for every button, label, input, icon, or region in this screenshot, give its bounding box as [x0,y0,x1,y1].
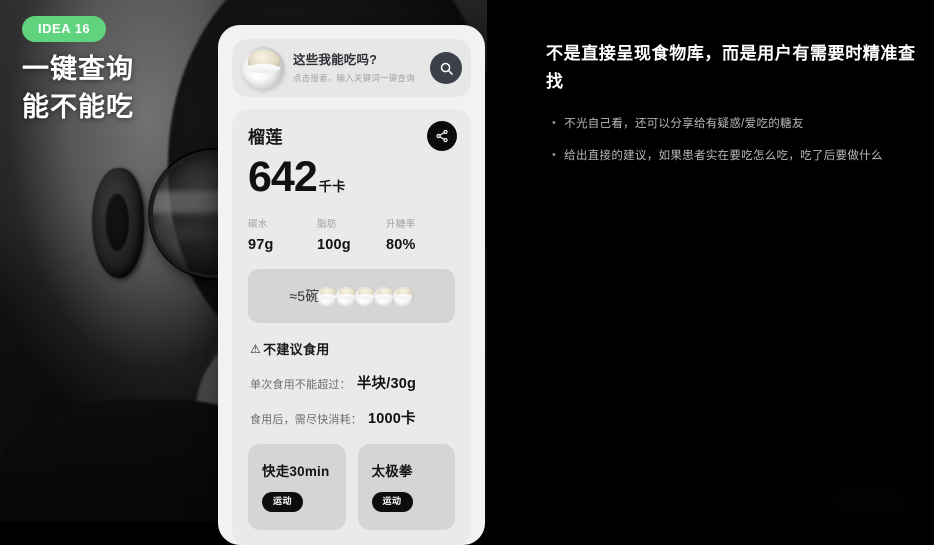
list-item: • 不光自己看，还可以分享给有疑惑/爱吃的糖友 [546,115,918,134]
nutrient-item-fat: 脂肪 100g [317,216,386,253]
advice-row-limit: 单次食用不能超过： 半块/30g [250,372,453,393]
nutrient-value: 80% [386,237,416,253]
search-texts: 这些我能吃吗? 点击搜索，输入关键词一键查询 [293,52,421,83]
page-title-line-2: 能不能吃 [22,92,134,123]
watermark [800,472,930,520]
rice-bowl-equivalent-box: ≈5碗 [248,269,455,323]
calorie-row: 642 千卡 [248,156,455,199]
exercise-name: 快走30min [262,464,330,479]
calorie-unit: 千卡 [318,179,346,194]
idea-badge: IDEA 16 [22,16,107,42]
search-bar[interactable]: 这些我能吃吗? 点击搜索，输入关键词一键查询 [232,39,471,97]
rice-bowl-label: ≈5碗 [289,288,320,304]
bullet-text: 不光自己看，还可以分享给有疑惑/爱吃的糖友 [564,118,804,131]
nutrient-value: 97g [248,237,274,253]
advice-title-text: 不建议食用 [263,342,330,357]
rice-bowl-icon [335,285,357,307]
nutrient-item-gi: 升糖率 80% [386,216,455,253]
search-button[interactable] [430,52,462,84]
calorie-value: 642 [248,153,318,201]
nutrient-label: 升糖率 [386,219,416,230]
warning-icon: ⚠ [250,341,262,356]
advice-value: 半块/30g [356,376,417,392]
nutrient-item-carbs: 碳水 97g [248,216,317,253]
page-title: 一键查询 能不能吃 [22,50,134,127]
food-name: 榴莲 [248,128,283,147]
description-title: 不是直接呈现食物库，而是用户有需要时精准查找 [546,44,916,91]
rice-bowl-icon [354,285,376,307]
nutrient-label: 脂肪 [317,219,337,230]
nutrient-value: 100g [317,237,351,253]
food-detail-card: 榴莲 642 千卡 碳水 97g 脂肪 100g 升糖率 80% ≈5碗 ⚠ 不… [232,109,471,545]
exercise-card-walk[interactable]: 快走30min 运动 [248,444,346,530]
advice-value: 1000卡 [368,411,416,427]
bullet-dot-icon: • [552,117,557,130]
photo-ear [92,168,144,278]
search-icon [440,62,453,75]
phone-mockup: 这些我能吃吗? 点击搜索，输入关键词一键查询 榴莲 642 千卡 碳水 97g … [218,25,485,545]
advice-row-burn: 食用后，需尽快消耗： 1000卡 [250,407,453,428]
exercise-card-taichi[interactable]: 太极拳 运动 [357,444,455,530]
advice-key: 食用后，需尽快消耗： [250,414,362,426]
nutrient-label: 碳水 [248,219,268,230]
page-title-line-1: 一键查询 [22,54,134,84]
exercise-tag: 运动 [262,492,304,512]
advice-section: ⚠ 不建议食用 单次食用不能超过： 半块/30g 食用后，需尽快消耗： 1000… [248,339,455,428]
exercise-tag: 运动 [371,492,413,512]
bullet-dot-icon: • [552,148,557,161]
rice-bowl-icon [242,47,284,89]
nutrient-list: 碳水 97g 脂肪 100g 升糖率 80% [248,216,455,253]
advice-title: ⚠ 不建议食用 [250,339,453,358]
search-title: 这些我能吃吗? [293,53,378,68]
share-button[interactable] [427,121,457,151]
share-icon [436,129,448,143]
description-column: 不是直接呈现食物库，而是用户有需要时精准查找 • 不光自己看，还可以分享给有疑惑… [546,40,918,178]
exercise-name: 太极拳 [371,464,413,479]
bullet-text: 给出直接的建议，如果患者实在要吃怎么吃，吃了后要做什么 [564,149,883,162]
advice-key: 单次食用不能超过： [250,379,351,391]
rice-bowl-icon [316,285,338,307]
list-item: • 给出直接的建议，如果患者实在要吃怎么吃，吃了后要做什么 [546,147,918,166]
rice-bowl-icon-group [316,285,414,307]
exercise-card-list: 快走30min 运动 太极拳 运动 [248,444,455,530]
rice-bowl-icon [373,285,395,307]
description-bullet-list: • 不光自己看，还可以分享给有疑惑/爱吃的糖友 • 给出直接的建议，如果患者实在… [546,115,918,165]
rice-bowl-icon [392,285,414,307]
search-subtitle: 点击搜索，输入关键词一键查询 [293,72,415,83]
